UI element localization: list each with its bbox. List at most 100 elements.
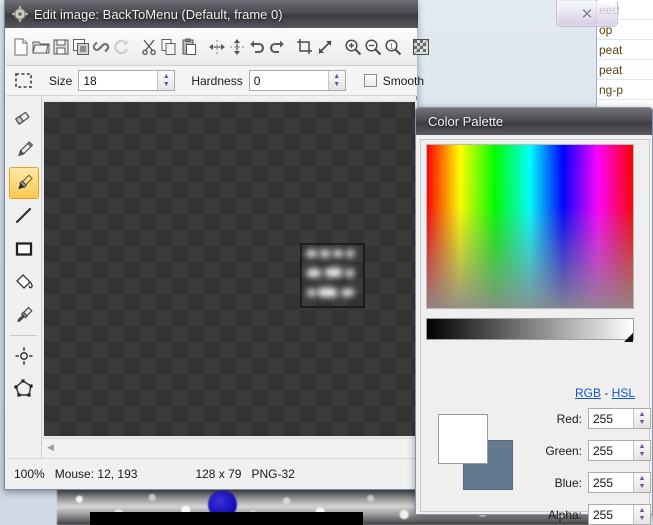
alpha-stepper[interactable]: ▲▼	[588, 504, 651, 525]
gear-icon	[12, 6, 28, 22]
channel-row-blue: Blue: ▲▼	[533, 472, 651, 493]
close-icon: ✕	[581, 5, 594, 23]
brush-stroke	[318, 288, 337, 297]
smooth-checkbox[interactable]	[364, 74, 377, 87]
image-canvas[interactable]	[42, 100, 417, 438]
color-palette-titlebar[interactable]: Color Palette	[416, 108, 652, 135]
eyedropper-tool[interactable]	[9, 299, 39, 331]
tool-separator	[10, 335, 37, 336]
size-stepper-arrows[interactable]: ▲▼	[157, 71, 174, 90]
foreground-color-swatch[interactable]	[438, 414, 488, 464]
red-stepper-arrows[interactable]: ▲▼	[633, 409, 650, 428]
green-label: Green:	[545, 444, 582, 458]
hardness-input[interactable]	[250, 71, 328, 90]
resize-icon[interactable]	[315, 32, 335, 62]
brush-stroke	[346, 250, 354, 257]
brush-stroke	[333, 250, 343, 257]
blue-stepper[interactable]: ▲▼	[588, 472, 651, 493]
mode-separator: -	[604, 386, 608, 400]
refresh-icon[interactable]	[111, 32, 131, 62]
marquee-select-icon[interactable]	[14, 69, 33, 93]
red-label: Red:	[557, 412, 582, 426]
blue-input[interactable]	[589, 473, 633, 492]
blue-stepper-arrows[interactable]: ▲▼	[633, 473, 650, 492]
alpha-stepper-arrows[interactable]: ▲▼	[633, 505, 650, 524]
status-zoom-level: 100%	[14, 467, 45, 481]
canvas-horizontal-scrollbar[interactable]: ◀	[42, 438, 417, 456]
size-stepper[interactable]: ▲▼	[78, 70, 175, 91]
red-stepper[interactable]: ▲▼	[588, 408, 651, 429]
hardness-stepper[interactable]: ▲▼	[249, 70, 346, 91]
background-window-row: peat	[597, 60, 653, 80]
hardness-label: Hardness	[191, 74, 242, 88]
background-window-row: ng-p	[597, 80, 653, 100]
link-icon[interactable]	[91, 32, 111, 62]
new-file-icon[interactable]	[11, 32, 31, 62]
flip-vertical-icon[interactable]	[227, 32, 247, 62]
zoom-actual-icon[interactable]: 1	[383, 32, 403, 62]
zoom-in-icon[interactable]	[343, 32, 363, 62]
size-label: Size	[49, 74, 72, 88]
green-stepper-arrows[interactable]: ▲▼	[633, 441, 650, 460]
smooth-label: Smooth	[383, 74, 424, 88]
size-input[interactable]	[79, 71, 157, 90]
green-stepper[interactable]: ▲▼	[588, 440, 651, 461]
brush-stroke	[307, 289, 316, 296]
open-folder-icon[interactable]	[31, 32, 51, 62]
edit-image-window: Edit image: BackToMenu (Default, frame 0…	[4, 0, 417, 490]
redo-icon[interactable]	[267, 32, 287, 62]
pivot-tool[interactable]	[9, 340, 39, 372]
undo-icon[interactable]	[247, 32, 267, 62]
polygon-tool[interactable]	[9, 373, 39, 405]
channel-row-alpha: Alpha: ▲▼	[533, 504, 651, 525]
red-input[interactable]	[589, 409, 633, 428]
channel-row-red: Red: ▲▼	[533, 408, 651, 429]
transparency-grid-icon[interactable]	[411, 32, 431, 62]
save-copy-icon[interactable]	[71, 32, 91, 62]
background-black-bar	[90, 512, 363, 525]
status-image-dimensions: 128 x 79	[195, 467, 241, 481]
brush-stroke	[306, 250, 317, 257]
close-button[interactable]: ✕	[556, 1, 618, 27]
flip-horizontal-icon[interactable]	[207, 32, 227, 62]
svg-text:1: 1	[390, 43, 394, 50]
zoom-out-icon[interactable]	[363, 32, 383, 62]
selection-rectangle[interactable]	[300, 243, 365, 308]
color-channel-fields: Red: ▲▼ Green: ▲▼ Blue:	[533, 408, 651, 525]
status-mouse-position: Mouse: 12, 193	[55, 467, 138, 481]
color-palette-body: RGB - HSL Red: ▲▼ Green: ▲	[420, 139, 650, 512]
crop-icon[interactable]	[295, 32, 315, 62]
window-titlebar[interactable]: Edit image: BackToMenu (Default, frame 0…	[5, 0, 418, 28]
tool-palette	[6, 96, 42, 458]
hsl-mode-link[interactable]: HSL	[612, 386, 635, 400]
pencil-tool[interactable]	[9, 134, 39, 166]
save-disk-icon[interactable]	[51, 32, 71, 62]
paste-icon[interactable]	[179, 32, 199, 62]
line-tool[interactable]	[9, 200, 39, 232]
copy-icon[interactable]	[159, 32, 179, 62]
tool-options-bar: Size ▲▼ Hardness ▲▼ Smooth	[6, 66, 417, 96]
smooth-checkbox-wrap[interactable]: Smooth	[364, 74, 424, 88]
brush-stroke	[346, 269, 354, 277]
brush-stroke	[341, 289, 354, 296]
brightness-slider-marker[interactable]	[624, 333, 633, 342]
cut-scissors-icon[interactable]	[139, 32, 159, 62]
color-spectrum-picker[interactable]	[426, 144, 634, 309]
brush-stroke	[307, 269, 321, 277]
status-bar: 100% Mouse: 12, 193 128 x 79 PNG-32	[6, 458, 417, 488]
brush-stroke	[320, 250, 330, 257]
green-input[interactable]	[589, 441, 633, 460]
hardness-stepper-arrows[interactable]: ▲▼	[328, 71, 345, 90]
eraser-tool[interactable]	[9, 101, 39, 133]
rectangle-tool[interactable]	[9, 233, 39, 265]
scroll-left-icon[interactable]: ◀	[42, 442, 59, 453]
channel-row-green: Green: ▲▼	[533, 440, 651, 461]
fill-bucket-tool[interactable]	[9, 266, 39, 298]
alpha-input[interactable]	[589, 505, 633, 524]
brush-stroke	[325, 268, 342, 277]
brush-tool[interactable]	[9, 167, 39, 199]
color-palette-window: Color Palette RGB - HSL Red: ▲▼	[415, 107, 653, 515]
status-image-format: PNG-32	[251, 467, 294, 481]
rgb-mode-link[interactable]: RGB	[575, 386, 601, 400]
brightness-slider[interactable]	[426, 318, 634, 340]
